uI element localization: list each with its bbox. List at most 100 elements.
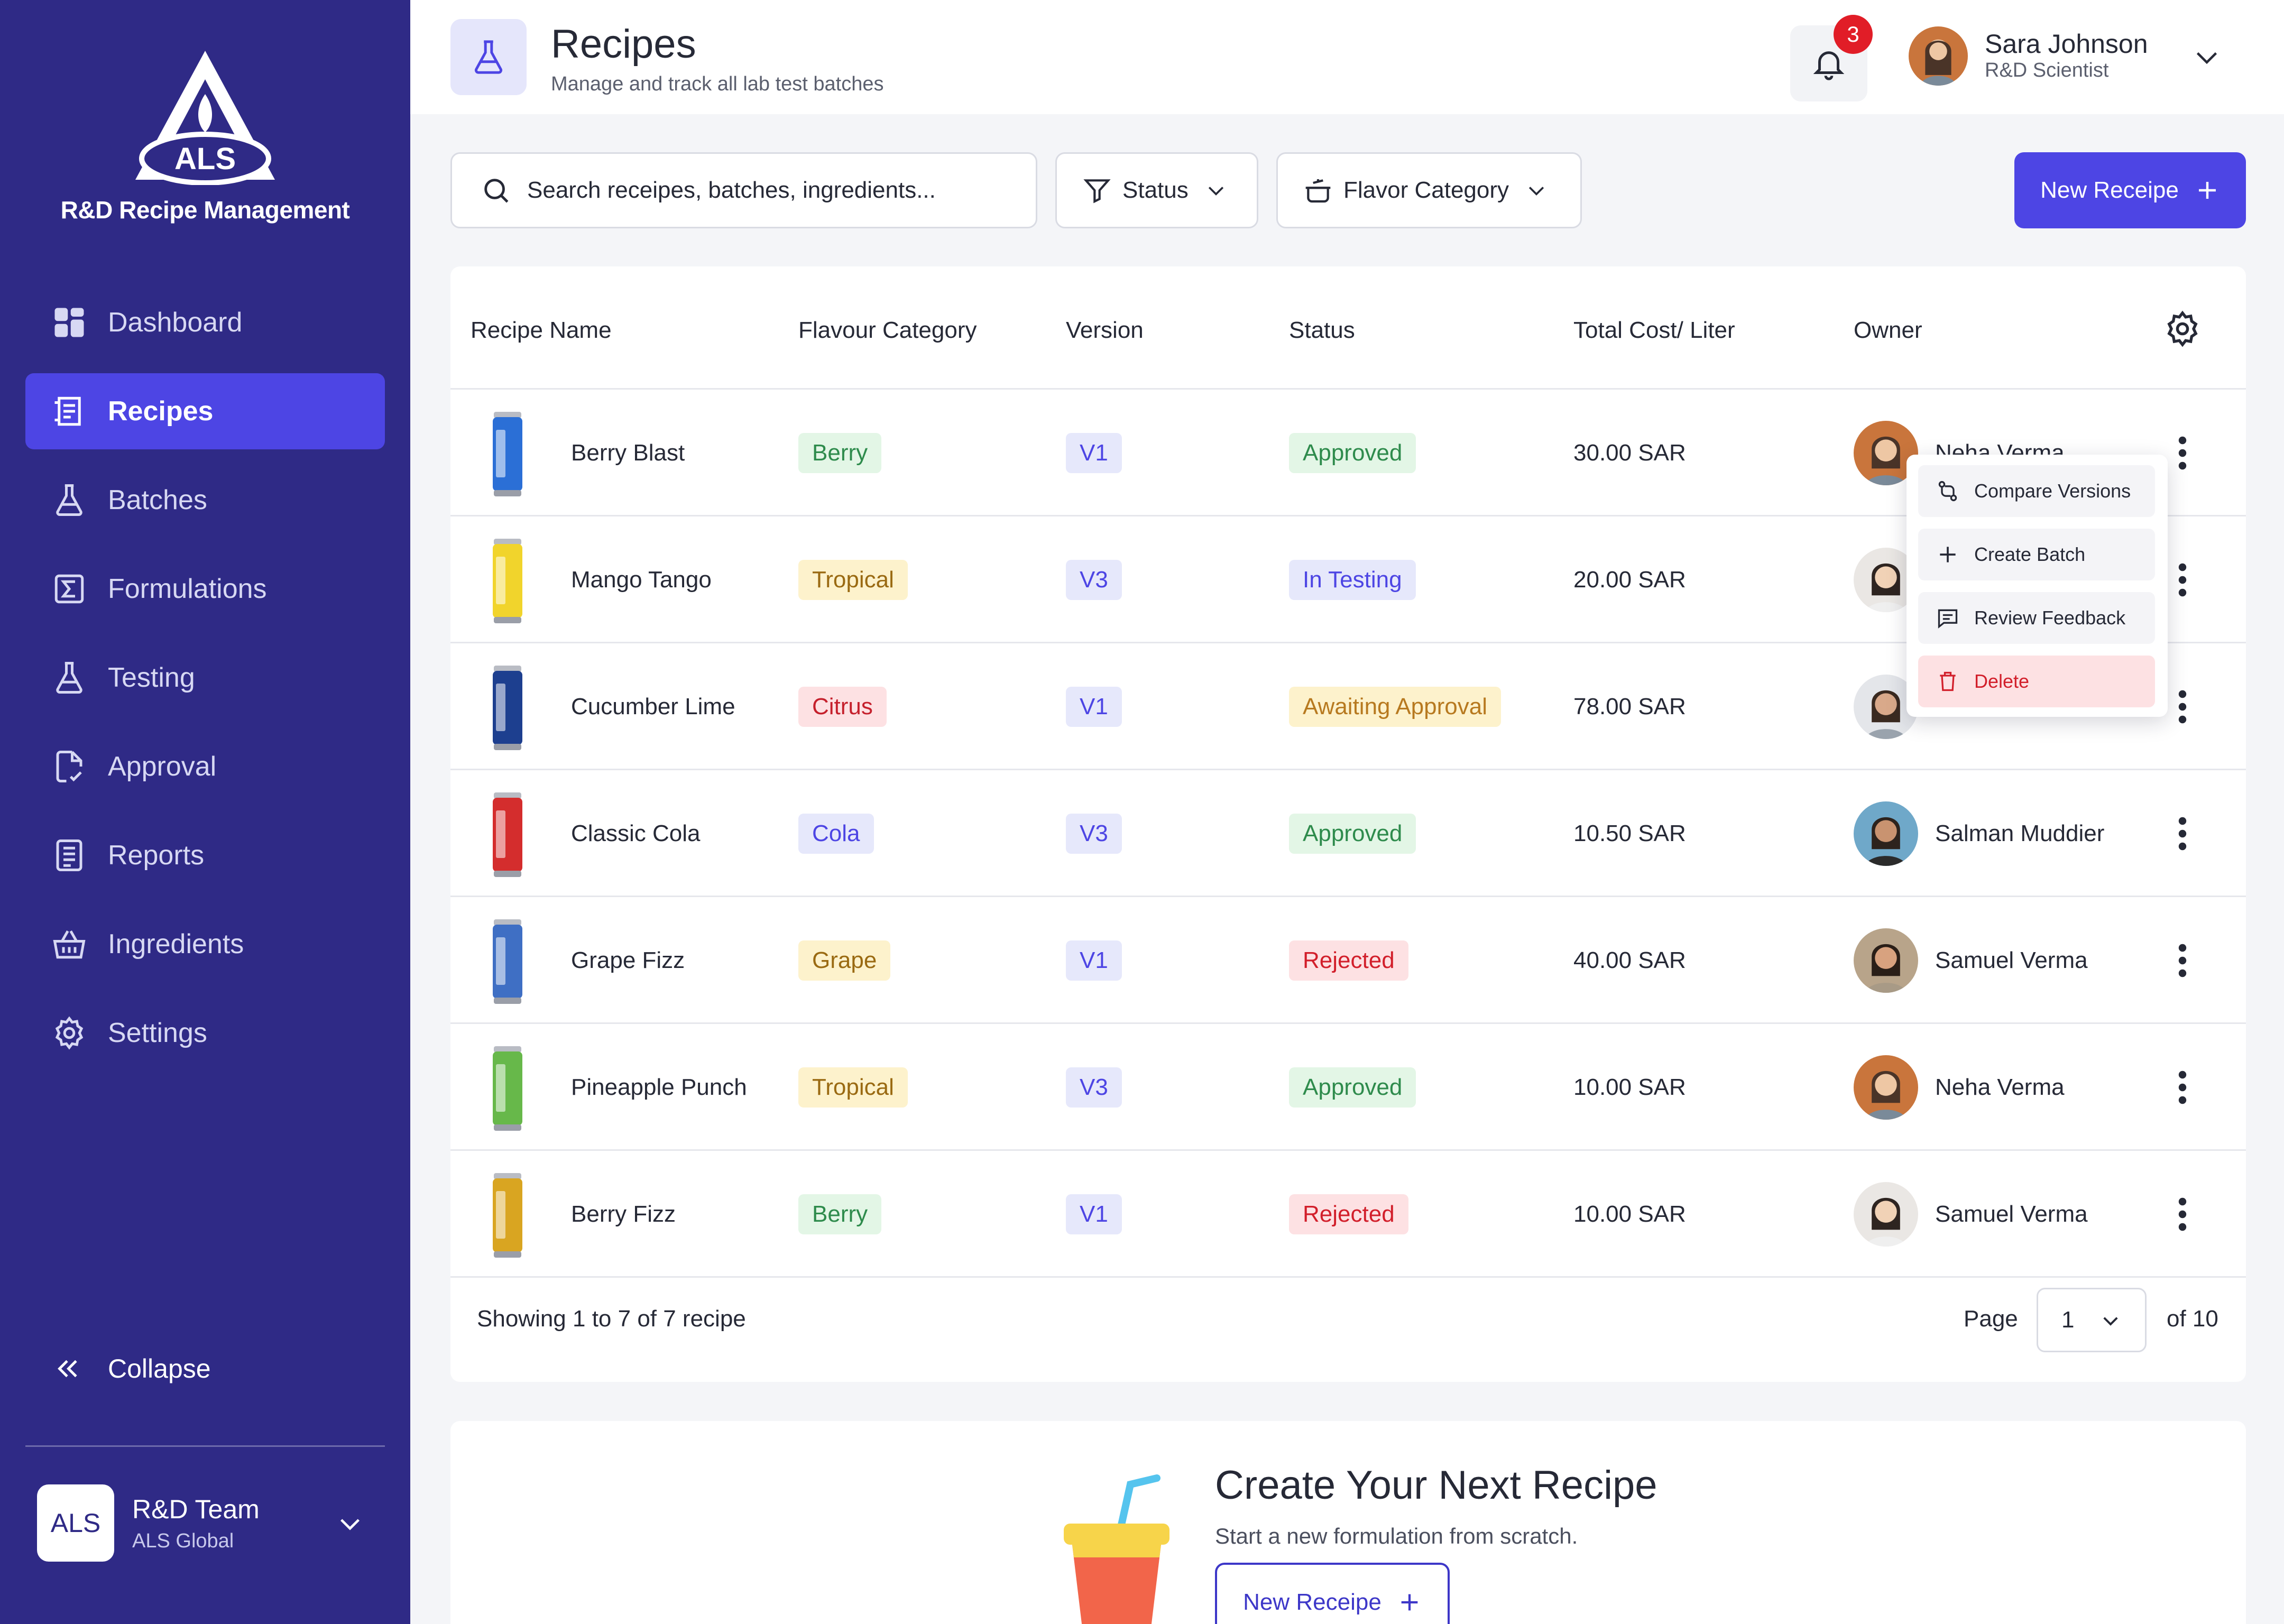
column-header-total-cost[interactable]: Total Cost/ Liter — [1573, 317, 1735, 344]
owner-name: Salman Muddier — [1935, 820, 2105, 846]
chevron-down-icon[interactable] — [2191, 41, 2223, 73]
version-cell: V1 — [1066, 643, 1122, 770]
flavor-category-filter[interactable]: Flavor Category — [1276, 152, 1582, 228]
sidebar-item-settings[interactable]: Settings — [25, 995, 385, 1071]
page-header: Recipes Manage and track all lab test ba… — [410, 0, 2284, 114]
new-recipe-button[interactable]: New Receipe — [2014, 152, 2246, 228]
sidebar-divider — [25, 1445, 385, 1447]
sidebar-item-label: Ingredients — [108, 929, 244, 959]
column-header-status[interactable]: Status — [1289, 317, 1355, 344]
row-actions-icon[interactable] — [2167, 688, 2198, 726]
user-role: R&D Scientist — [1985, 59, 2109, 81]
row-actions-icon[interactable] — [2167, 942, 2198, 980]
sidebar-item-ingredients[interactable]: Ingredients — [25, 906, 385, 982]
collapse-label: Collapse — [108, 1354, 211, 1383]
version-badge: V3 — [1066, 1067, 1122, 1108]
status-badge: Rejected — [1289, 940, 1408, 981]
sidebar-item-recipes[interactable]: Recipes — [25, 373, 385, 449]
sidebar-item-formulations[interactable]: Formulations — [25, 551, 385, 627]
double-chevron-left-icon — [58, 1360, 77, 1378]
table-row[interactable]: Pineapple Punch Tropical V3 Approved 10.00 S… — [450, 1022, 2246, 1149]
menu-item-label: Create Batch — [1974, 543, 2086, 565]
als-logo: ALS — [135, 51, 275, 185]
flask-icon — [56, 662, 82, 694]
trash-icon — [1940, 671, 1956, 691]
category-badge: Tropical — [798, 1067, 908, 1108]
row-actions-icon[interactable] — [2167, 1068, 2198, 1106]
page-select-value: 1 — [2061, 1307, 2075, 1333]
avatar[interactable] — [1909, 26, 1968, 86]
column-header-flavour-category[interactable]: Flavour Category — [798, 317, 977, 344]
recipes-icon — [54, 396, 81, 426]
version-badge: V1 — [1066, 433, 1122, 473]
status-cell: Approved — [1289, 390, 1416, 516]
can-thumbnail — [493, 412, 522, 496]
sidebar-item-approval[interactable]: Approval — [25, 728, 385, 805]
can-thumbnail — [493, 792, 522, 877]
column-header-owner[interactable]: Owner — [1854, 317, 1922, 344]
menu-item-label: Review Feedback — [1974, 607, 2126, 629]
table-bottom-divider — [450, 1276, 2246, 1278]
sidebar-item-dashboard[interactable]: Dashboard — [25, 284, 385, 361]
menu-item-create-batch[interactable]: Create Batch — [1918, 529, 2155, 580]
total-cost: 10.00 SAR — [1573, 1201, 1686, 1227]
sidebar-item-label: Settings — [108, 1018, 207, 1048]
sidebar-item-label: Formulations — [108, 574, 267, 604]
page-select[interactable]: 1 — [2037, 1288, 2147, 1352]
recipe-name: Pineapple Punch — [571, 1074, 747, 1100]
menu-item-compare-versions[interactable]: Compare Versions — [1918, 465, 2155, 517]
version-badge: V1 — [1066, 1194, 1122, 1234]
avatar — [1854, 1055, 1918, 1120]
version-badge: V1 — [1066, 940, 1122, 981]
sidebar-item-label: Reports — [108, 840, 205, 871]
menu-item-delete[interactable]: Delete — [1918, 656, 2155, 707]
status-filter[interactable]: Status — [1055, 152, 1258, 228]
owner-avatar-image — [1854, 801, 1918, 866]
sidebar-item-batches[interactable]: Batches — [25, 462, 385, 538]
menu-item-review-feedback[interactable]: Review Feedback — [1918, 592, 2155, 644]
recipe-name: Berry Fizz — [571, 1201, 676, 1227]
team-switcher[interactable]: ALS R&D Team ALS Global — [37, 1483, 365, 1563]
row-actions-icon[interactable] — [2167, 561, 2198, 599]
can-thumbnail — [493, 1173, 522, 1258]
status-cell: In Testing — [1289, 516, 1416, 643]
category-badge: Tropical — [798, 560, 908, 600]
chevron-down-icon — [1208, 187, 1223, 196]
user-name: Sara Johnson — [1985, 29, 2148, 59]
recipe-name: Cucumber Lime — [571, 694, 735, 719]
table-row[interactable]: Grape Fizz Grape V1 Rejected 40.00 SAR Samuel… — [450, 896, 2246, 1022]
sidebar-item-testing[interactable]: Testing — [25, 640, 385, 716]
plus-icon — [2198, 182, 2216, 199]
recipes-table: Recipe Name Flavour Category Version Sta… — [450, 266, 2246, 1382]
table-row[interactable]: Berry Fizz Berry V1 Rejected 10.00 SAR Samuel… — [450, 1149, 2246, 1276]
new-recipe-label: New Receipe — [2040, 177, 2179, 203]
category-cell: Tropical — [798, 1024, 908, 1151]
table-row[interactable]: Classic Cola Cola V3 Approved 10.50 SAR Salma… — [450, 769, 2246, 896]
cta-new-recipe-button[interactable]: New Receipe — [1215, 1563, 1450, 1624]
category-badge: Grape — [798, 940, 891, 981]
collapse-button[interactable]: Collapse — [52, 1353, 211, 1384]
cta-subtitle: Start a new formulation from scratch. — [1215, 1524, 1578, 1548]
owner-name: Samuel Verma — [1935, 1201, 2088, 1227]
category-filter-label: Flavor Category — [1343, 177, 1509, 203]
table-settings-icon[interactable] — [2163, 310, 2202, 348]
row-actions-icon[interactable] — [2167, 815, 2198, 853]
row-actions-icon[interactable] — [2167, 1195, 2198, 1233]
total-cost: 20.00 SAR — [1573, 567, 1686, 593]
column-header-version[interactable]: Version — [1066, 317, 1144, 344]
plus-icon — [1401, 1594, 1418, 1611]
version-cell: V1 — [1066, 897, 1122, 1024]
sidebar-item-reports[interactable]: Reports — [25, 817, 385, 893]
drink-cup-illustration — [1064, 1474, 1169, 1624]
notification-badge: 3 — [1834, 15, 1873, 54]
status-badge: In Testing — [1289, 560, 1416, 600]
search-box[interactable] — [450, 152, 1037, 228]
search-input[interactable] — [527, 177, 1003, 204]
recipe-name: Classic Cola — [571, 820, 701, 846]
row-actions-icon[interactable] — [2167, 434, 2198, 472]
page-subtitle: Manage and track all lab test batches — [551, 73, 884, 95]
can-thumbnail — [493, 1046, 522, 1131]
status-badge: Approved — [1289, 814, 1416, 854]
column-header-recipe-name[interactable]: Recipe Name — [471, 317, 612, 344]
sidebar: ALS R&D Recipe Management Dashboard Reci… — [0, 0, 410, 1624]
